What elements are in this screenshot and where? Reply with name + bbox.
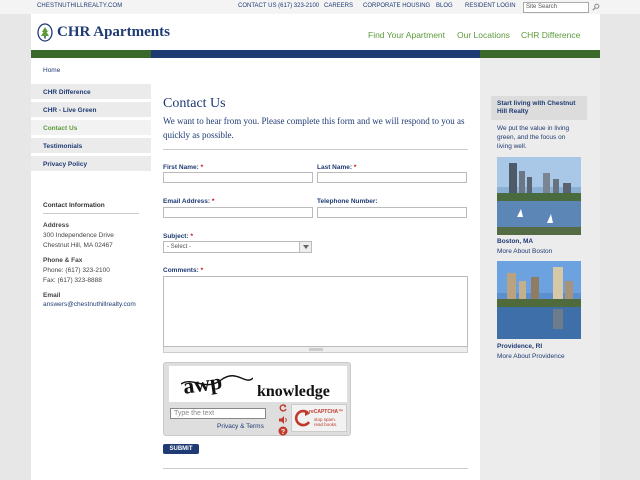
comments-textarea[interactable] xyxy=(163,276,468,347)
nav-chr-difference[interactable]: CHR Difference xyxy=(521,30,580,40)
svg-text:?: ? xyxy=(281,429,285,436)
last-name-field[interactable] xyxy=(317,172,467,183)
utility-link-blog[interactable]: BLOG xyxy=(436,3,453,9)
recaptcha-logo: reCAPTCHA™ stop spam. read books. xyxy=(291,404,347,432)
address-line1: 300 Independence Drive xyxy=(43,232,114,239)
first-name-label: First Name: * xyxy=(163,164,204,171)
required-mark: * xyxy=(200,267,204,274)
tree-logo-icon[interactable] xyxy=(37,23,53,42)
utility-link-corporate-housing[interactable]: CORPORATE HOUSING xyxy=(363,3,430,9)
captcha-privacy-terms-link[interactable]: Privacy & Terms xyxy=(217,423,264,430)
refresh-icon[interactable] xyxy=(278,403,288,413)
sidebar-item-live-green[interactable]: CHR - Live Green xyxy=(31,102,151,118)
telephone-field[interactable] xyxy=(317,207,467,218)
page-container: CHR Apartments Find Your Apartment Our L… xyxy=(31,14,600,480)
stripe-navy xyxy=(151,50,480,58)
breadcrumb-home[interactable]: Home xyxy=(43,67,60,74)
email-link[interactable]: answers@chestnuthillrealty.com xyxy=(43,301,136,308)
search-icon[interactable] xyxy=(592,3,600,11)
promo-title: Start living with Chestnut Hill Realty xyxy=(497,100,576,115)
textarea-resize-handle[interactable] xyxy=(163,347,468,353)
subject-select[interactable]: - Select - xyxy=(163,241,312,253)
dropdown-arrow-icon[interactable] xyxy=(299,242,311,252)
recaptcha-tagline: stop spam. read books. xyxy=(314,417,338,427)
contact-info-heading: Contact Information xyxy=(43,202,139,214)
required-mark: * xyxy=(190,233,193,240)
submit-button[interactable]: SUBMIT xyxy=(163,444,199,454)
sidebar-item-privacy-policy[interactable]: Privacy Policy xyxy=(31,156,151,172)
phone-fax-label: Phone & Fax xyxy=(43,257,83,264)
nav-our-locations[interactable]: Our Locations xyxy=(457,30,510,40)
page-title: Contact Us xyxy=(163,96,226,111)
address-line2: Chestnut Hill, MA 02467 xyxy=(43,242,113,249)
more-about-providence-link[interactable]: More About Providence xyxy=(497,353,565,360)
providence-photo[interactable] xyxy=(497,261,581,339)
last-name-label: Last Name: * xyxy=(317,164,357,171)
sidebar-item-chr-difference[interactable]: CHR Difference xyxy=(31,84,151,100)
fax-number: Fax: (617) 323-8888 xyxy=(43,277,102,284)
audio-icon[interactable] xyxy=(278,415,288,425)
required-mark: * xyxy=(200,164,204,171)
divider xyxy=(163,149,468,150)
captcha-response-input[interactable]: Type the text xyxy=(170,408,266,419)
resize-grip-icon xyxy=(309,348,323,351)
right-sidebar: Start living with Chestnut Hill Realty W… xyxy=(480,58,600,480)
recaptcha-brand: reCAPTCHA™ xyxy=(309,409,344,415)
captcha-image: awp knowledge xyxy=(169,366,347,402)
email-label: Email xyxy=(43,292,61,299)
email-address-label: Email Address: * xyxy=(163,198,215,205)
subject-selected-value: - Select - xyxy=(167,244,192,250)
site-search-input[interactable]: Site Search xyxy=(523,2,589,13)
email-address-field[interactable] xyxy=(163,207,313,218)
captcha-word-knowledge: knowledge xyxy=(257,383,330,400)
promo-box: Start living with Chestnut Hill Realty xyxy=(491,96,587,120)
required-mark: * xyxy=(353,164,357,171)
site-url-link[interactable]: CHESTNUTHILLREALTY.COM xyxy=(37,3,122,9)
captcha-distorted-word: awp xyxy=(181,370,253,396)
sidebar-item-testimonials[interactable]: Testimonials xyxy=(31,138,151,154)
promo-text: We put the value in living green, and th… xyxy=(497,125,570,150)
intro-text: We want to hear from you. Please complet… xyxy=(163,116,465,140)
sidebar-item-contact-us[interactable]: Contact Us xyxy=(31,120,151,136)
help-icon[interactable]: ? xyxy=(278,426,288,436)
boston-photo[interactable] xyxy=(497,157,581,235)
first-name-field[interactable] xyxy=(163,172,313,183)
required-mark: * xyxy=(211,198,215,205)
nav-find-apartment[interactable]: Find Your Apartment xyxy=(368,30,445,40)
location-name-providence: Providence, RI xyxy=(497,343,543,350)
divider xyxy=(163,468,468,469)
logo-text[interactable]: CHR Apartments xyxy=(57,24,170,41)
utility-link-careers[interactable]: CAREERS xyxy=(324,3,353,9)
stripe-green-left xyxy=(31,50,151,58)
header-color-stripe xyxy=(31,50,600,58)
contact-information: Contact Information Address 300 Independ… xyxy=(43,202,139,308)
telephone-label: Telephone Number: xyxy=(317,198,378,205)
utility-bar: CHESTNUTHILLREALTY.COM CONTACT US (617) … xyxy=(0,0,640,14)
site-header: CHR Apartments Find Your Apartment Our L… xyxy=(31,14,600,50)
utility-link-resident-login[interactable]: RESIDENT LOGIN xyxy=(465,3,516,9)
more-about-boston-link[interactable]: More About Boston xyxy=(497,248,552,255)
utility-link-contact[interactable]: CONTACT US (617) 323-2100 xyxy=(238,3,319,9)
location-name-boston: Boston, MA xyxy=(497,238,534,245)
address-label: Address xyxy=(43,222,70,229)
subject-label: Subject: * xyxy=(163,233,193,240)
stripe-green-right xyxy=(480,50,600,58)
comments-label: Comments: * xyxy=(163,267,204,274)
recaptcha-widget: awp knowledge Type the text Privacy & Te… xyxy=(163,362,351,436)
phone-number: Phone: (617) 323-2100 xyxy=(43,267,110,274)
